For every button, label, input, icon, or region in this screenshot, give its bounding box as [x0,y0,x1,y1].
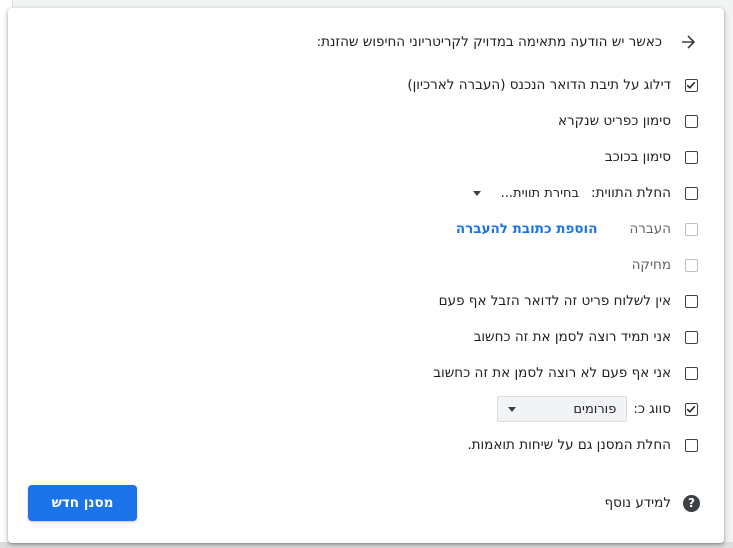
header-text: כאשר יש הודעה מתאימה במדויק לקריטריוני ה… [316,34,662,50]
option-apply-label[interactable]: החלת התווית: בחירת תווית... [465,182,698,204]
checkbox-always-important[interactable] [685,330,698,344]
create-filter-button[interactable]: מסנן חדש [28,485,137,521]
help-icon[interactable]: ? [683,494,700,512]
option-categorize[interactable]: סווג כ: פורומים [497,396,698,422]
checkbox-apply-to-matching[interactable] [685,438,698,452]
option-label: החלת המסנן גם על שיחות תואמות. [467,437,671,453]
option-label: סווג כ: [633,401,671,417]
option-star[interactable]: סימון בכוכב [605,146,698,168]
checkmark-icon [686,405,696,413]
option-mark-read[interactable]: סימון כפריט שנקרא [558,110,698,132]
option-skip-inbox[interactable]: דילוג על תיבת הדואר הנכנס (העברה לארכיון… [407,74,698,96]
checkmark-icon [686,81,696,89]
checkbox-forward[interactable] [685,222,698,236]
option-label: העברה [629,221,671,237]
option-label: סימון בכוכב [604,149,671,165]
caret-down-icon [473,190,482,196]
checkbox-delete[interactable] [685,258,698,272]
option-forward[interactable]: העברה הוספת כתובת להעברה [456,218,698,240]
label-select-value: בחירת תווית... [500,185,580,201]
option-label: סימון כפריט שנקרא [557,113,671,129]
option-never-spam[interactable]: אין לשלוח פריט זה לדואר הזבל אף פעם [439,290,698,312]
option-label: דילוג על תיבת הדואר הנכנס (העברה לארכיון… [407,77,671,93]
checkbox-categorize[interactable] [685,402,698,416]
label-select-dropdown[interactable]: בחירת תווית... [465,182,583,204]
category-select-value: פורומים [573,401,617,417]
learn-more-label[interactable]: למידע נוסף [605,495,671,511]
checkbox-never-important[interactable] [685,366,698,380]
option-apply-to-matching[interactable]: החלת המסנן גם על שיחות תואמות. [467,434,698,456]
checkbox-skip-inbox[interactable] [685,78,698,92]
option-label: אני אף פעם לא רוצה לסמן את זה כחשוב [433,365,671,381]
checkbox-mark-read[interactable] [685,114,698,128]
option-label: החלת התווית: [591,185,671,201]
filter-header: כאשר יש הודעה מתאימה במדויק לקריטריוני ה… [32,32,696,52]
checkbox-never-spam[interactable] [685,294,698,308]
option-label: אין לשלוח פריט זה לדואר הזבל אף פעם [438,293,671,309]
arrow-back-icon[interactable] [680,34,696,50]
filter-dialog: כאשר יש הודעה מתאימה במדויק לקריטריוני ה… [8,8,724,543]
learn-more[interactable]: ? למידע נוסף [605,492,700,514]
category-select-dropdown[interactable]: פורומים [497,396,628,422]
option-never-important[interactable]: אני אף פעם לא רוצה לסמן את זה כחשוב [433,362,698,384]
option-label: אני תמיד רוצה לסמן את זה כחשוב [473,329,671,345]
option-always-important[interactable]: אני תמיד רוצה לסמן את זה כחשוב [474,326,698,348]
add-forwarding-address-link[interactable]: הוספת כתובת להעברה [456,221,598,237]
option-label: מחיקה [631,257,671,273]
option-delete[interactable]: מחיקה [632,254,698,276]
checkbox-apply-label[interactable] [685,186,698,200]
caret-down-icon [508,406,517,412]
checkbox-star[interactable] [685,150,698,164]
